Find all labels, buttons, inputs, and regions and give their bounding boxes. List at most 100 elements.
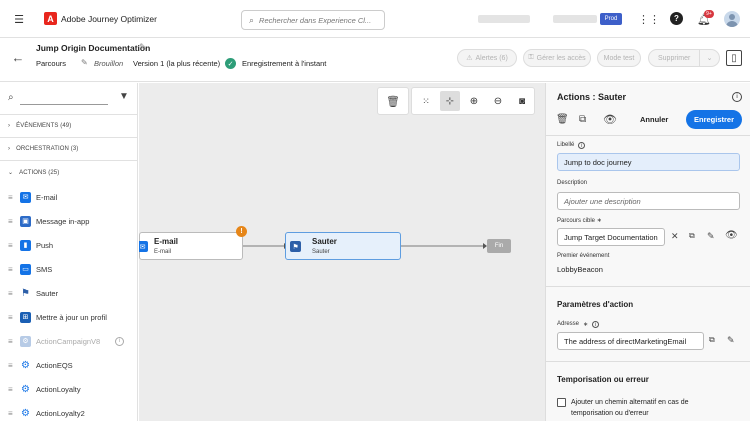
copy-icon[interactable]: ⧉: [689, 231, 695, 241]
panel-title: Actions : Sauter: [557, 92, 627, 102]
journey-canvas[interactable]: 🗑︎ ⁙ ⊹ ⊕ ⊖ ◙ ✉ E-mail E-mail ! ⚑ Sauter …: [139, 83, 545, 421]
section-orchestration[interactable]: › ORCHESTRATION (3): [8, 146, 78, 152]
palette-search-input[interactable]: [20, 104, 108, 105]
grip-icon: ≡: [8, 336, 13, 346]
sandbox-selector[interactable]: [553, 15, 597, 23]
palette-item-update-profile[interactable]: ≡ ⊞ Mettre à jour un profil: [8, 307, 130, 327]
gears-icon: ⚙: [21, 359, 30, 371]
address-label-text: Adresse: [557, 321, 580, 327]
back-arrow-icon[interactable]: ←: [10, 50, 26, 65]
search-placeholder: Rechercher dans Experience Cl...: [259, 15, 372, 25]
eye-icon[interactable]: 👁︎: [603, 113, 617, 126]
alerts-button[interactable]: ⚠ Alertes (6): [457, 49, 517, 67]
chevron-down-icon[interactable]: ⌄: [699, 50, 719, 66]
info-icon[interactable]: i: [732, 92, 742, 102]
palette-item-inapp[interactable]: ≡ ▣ Message in-app: [8, 211, 130, 231]
grip-icon: ≡: [8, 312, 13, 322]
pencil-icon[interactable]: ✎: [727, 335, 735, 346]
pencil-icon[interactable]: ✎: [707, 231, 715, 242]
section-events[interactable]: › ÉVÉNEMENTS (49): [8, 123, 71, 129]
palette-item-label: ActionLoyalty2: [36, 408, 85, 418]
delete-button[interactable]: Supprimer ⌄: [648, 49, 720, 67]
first-event-value: LobbyBeacon: [557, 265, 603, 274]
clear-icon[interactable]: ✕: [671, 231, 679, 242]
manage-access-button[interactable]: ⚿ Gérer les accès: [523, 49, 591, 67]
test-mode-button[interactable]: Mode test: [597, 49, 641, 67]
palette-item-actionloyalty2[interactable]: ≡ ⚙ ActionLoyalty2: [8, 403, 130, 421]
description-input[interactable]: Ajouter une description: [557, 192, 740, 210]
draft-icon: ✎: [81, 58, 88, 67]
palette-item-label: Mettre à jour un profil: [36, 312, 107, 322]
duplicate-icon[interactable]: ⧉: [579, 114, 586, 125]
info-icon[interactable]: i: [578, 142, 586, 149]
properties-panel: Actions : Sauter i 🗑︎ ⧉ 👁︎ Annuler Enreg…: [545, 83, 750, 421]
target-label-text: Parcours cible: [557, 218, 596, 224]
gears-icon: ⚙: [21, 407, 30, 419]
edit-pencil-icon[interactable]: ✎: [139, 42, 147, 53]
node-title: Sauter: [312, 237, 337, 246]
grip-icon: ≡: [8, 288, 13, 298]
grip-icon: ≡: [8, 384, 13, 394]
section-orchestration-label: ORCHESTRATION (3): [16, 146, 79, 152]
notification-badge: 9+: [704, 10, 714, 18]
libelle-label: Libellé i: [557, 142, 586, 149]
target-journey-input[interactable]: Jump Target Documentation: [557, 228, 665, 246]
palette-item-sms[interactable]: ≡ ▭ SMS: [8, 259, 130, 279]
search-input[interactable]: ⌕ Rechercher dans Experience Cl...: [241, 10, 385, 30]
section-actions[interactable]: ⌄ ACTIONS (25): [8, 169, 60, 177]
palette-item-actionloyalty[interactable]: ≡ ⚙ ActionLoyalty: [8, 379, 130, 399]
gears-icon: ⚙: [21, 383, 30, 395]
side-panel-toggle-icon[interactable]: ▯: [726, 50, 742, 66]
journey-title[interactable]: Jump Origin Documentation: [36, 43, 150, 53]
trash-icon[interactable]: 🗑︎: [556, 114, 569, 125]
address-input[interactable]: The address of directMarketingEmail: [557, 332, 704, 350]
palette-item-actioneqs[interactable]: ≡ ⚙ ActionEQS: [8, 355, 130, 375]
env-pill[interactable]: Prod: [600, 13, 622, 25]
avatar[interactable]: [724, 11, 740, 27]
section-actions-label: ACTIONS (25): [19, 169, 60, 176]
address-label: Adresse ∗ i: [557, 321, 600, 328]
breadcrumb[interactable]: Parcours: [36, 59, 66, 68]
info-icon[interactable]: i: [592, 321, 600, 328]
timeout-checkbox[interactable]: [557, 398, 566, 407]
inapp-message-icon: ▣: [20, 215, 31, 227]
timeout-title: Temporisation ou erreur: [557, 375, 649, 384]
palette-item-jump[interactable]: ≡ ⚑ Sauter: [8, 283, 130, 303]
org-selector[interactable]: [478, 15, 530, 23]
save-button[interactable]: Enregistrer: [686, 110, 742, 129]
help-icon[interactable]: ?: [670, 12, 683, 25]
palette-item-label: ActionLoyalty: [36, 384, 81, 394]
libelle-input[interactable]: Jump to doc journey: [557, 153, 740, 171]
cancel-button[interactable]: Annuler: [640, 115, 668, 124]
grip-icon: ≡: [8, 408, 13, 418]
grip-icon: ≡: [8, 216, 13, 226]
palette-item-push[interactable]: ≡ ▮ Push: [8, 235, 130, 255]
chevron-right-icon: ›: [8, 146, 11, 152]
target-label: Parcours cible ∗: [557, 218, 602, 224]
grip-icon: ≡: [8, 240, 13, 250]
copy-icon[interactable]: ⧉: [709, 335, 715, 345]
apps-grid-icon[interactable]: ⋮⋮: [638, 12, 660, 26]
end-node[interactable]: Fin: [487, 239, 511, 253]
libelle-label-text: Libellé: [557, 142, 575, 148]
node-subtitle: E-mail: [154, 249, 172, 255]
search-icon: ⌕: [249, 14, 255, 25]
node-title: E-mail: [154, 237, 179, 246]
hamburger-menu-icon[interactable]: ☰: [12, 13, 26, 26]
eye-icon[interactable]: 👁︎: [725, 230, 738, 241]
alerts-label: Alertes (6): [475, 54, 508, 62]
grip-icon: ≡: [8, 264, 13, 274]
timeout-checkbox-label[interactable]: Ajouter un chemin alternatif en cas de t…: [571, 397, 731, 419]
palette-item-label: SMS: [36, 264, 53, 274]
warning-icon[interactable]: !: [236, 226, 247, 237]
action-params-title: Paramètres d'action: [557, 300, 634, 309]
node-email[interactable]: ✉ E-mail E-mail: [139, 232, 243, 260]
access-label: Gérer les accès: [536, 54, 586, 62]
info-icon[interactable]: i: [115, 336, 124, 346]
version-text: Version 1 (la plus récente): [133, 59, 221, 68]
section-events-label: ÉVÉNEMENTS (49): [16, 123, 72, 129]
filter-icon[interactable]: ▼: [119, 91, 129, 102]
node-jump[interactable]: ⚑ Sauter Sauter: [285, 232, 401, 260]
save-status: Enregistrement à l'instant: [242, 59, 327, 68]
palette-item-email[interactable]: ≡ ✉ E-mail: [8, 187, 130, 207]
